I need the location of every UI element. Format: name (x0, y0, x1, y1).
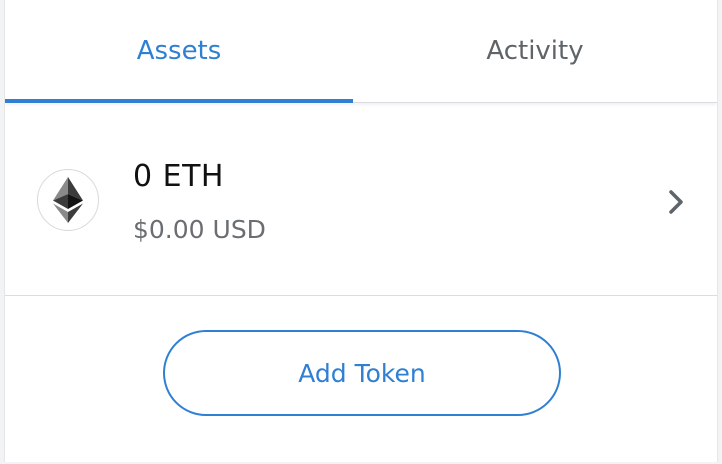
wallet-assets-panel: Assets Activity 0 ETH $0.00 USD Add Toke… (4, 0, 718, 462)
add-token-section: Add Token (5, 296, 717, 462)
add-token-button[interactable]: Add Token (163, 330, 561, 416)
tab-activity-label: Activity (486, 36, 584, 66)
ethereum-icon (37, 169, 99, 231)
tab-assets[interactable]: Assets (5, 0, 353, 103)
asset-fiat-value: $0.00 USD (133, 215, 266, 244)
asset-balance: 0 ETH (133, 159, 224, 194)
tab-bar: Assets Activity (5, 0, 717, 103)
chevron-right-icon (665, 187, 687, 217)
background-fragment-right (718, 394, 722, 418)
asset-list-item-eth[interactable]: 0 ETH $0.00 USD (5, 103, 717, 296)
tab-assets-label: Assets (136, 36, 222, 66)
tab-activity[interactable]: Activity (353, 0, 717, 102)
